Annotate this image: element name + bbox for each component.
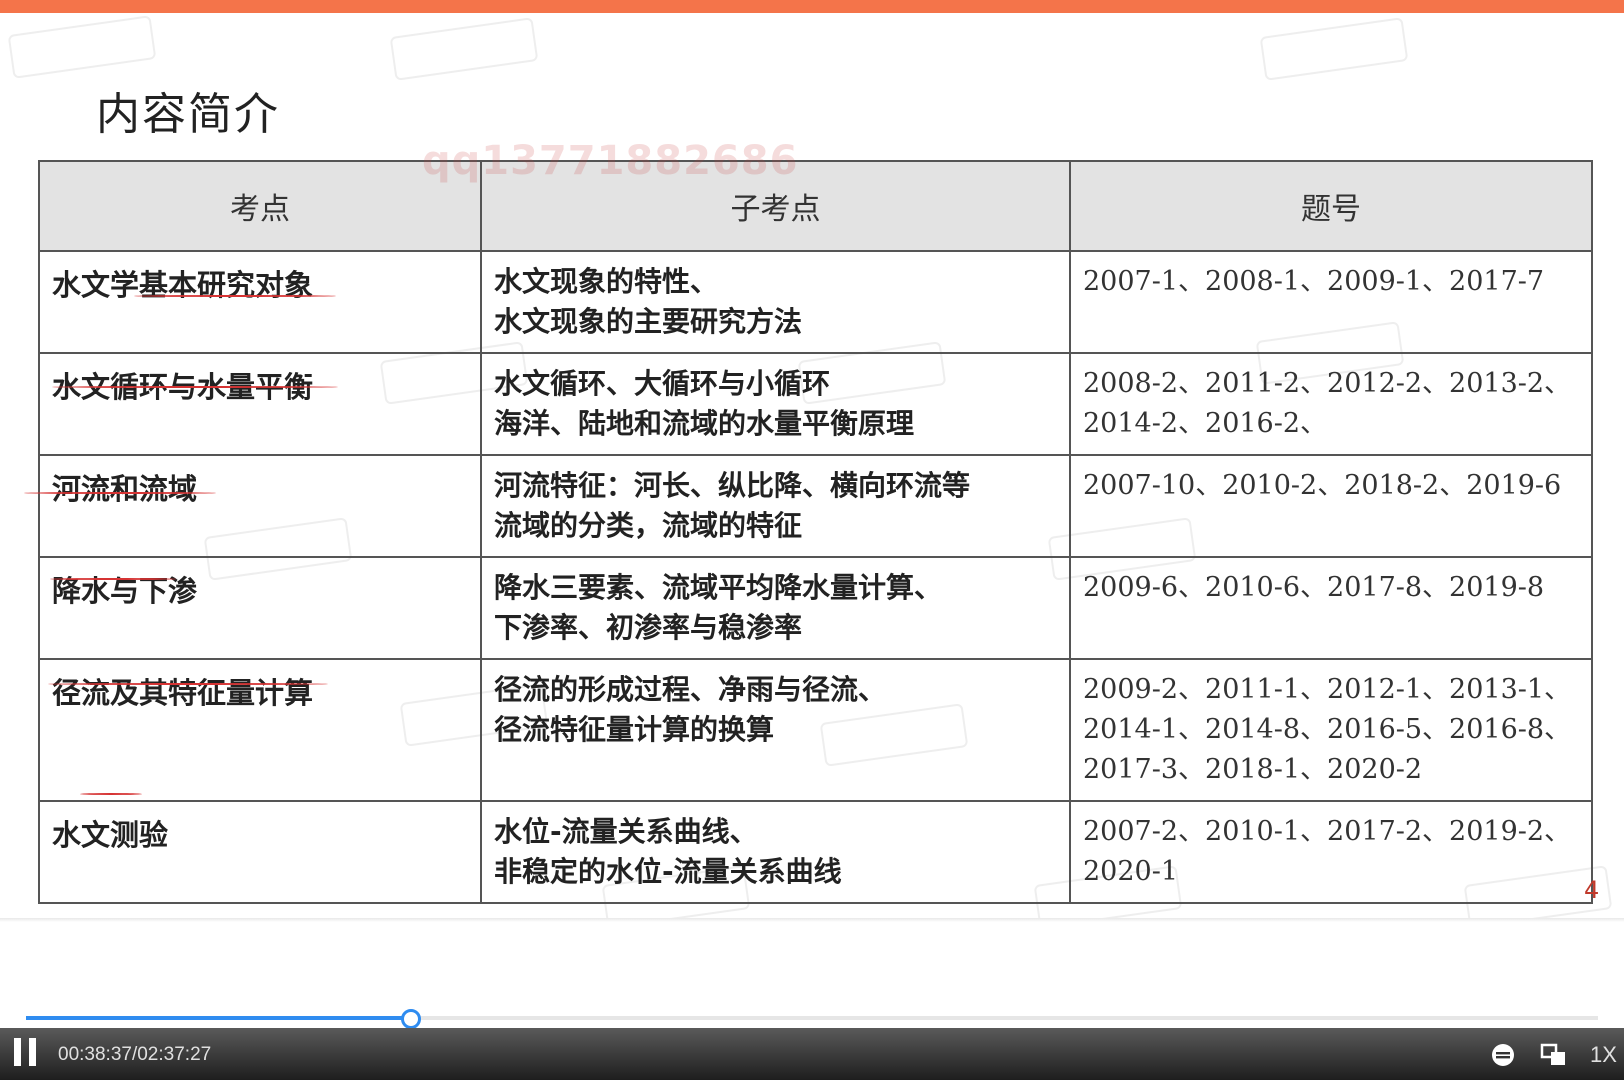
page-number: 4 bbox=[1584, 876, 1600, 904]
annotation-underline bbox=[80, 793, 142, 795]
topic-cell: 径流及其特征量计算 bbox=[38, 658, 482, 802]
slide-title: 内容简介 bbox=[96, 89, 280, 140]
topic-cell: 降水与下渗 bbox=[38, 556, 482, 660]
numbers-cell: 2007-2、2010-1、2017-2、2019-2、 2020-1 bbox=[1069, 800, 1593, 904]
progress-handle[interactable] bbox=[401, 1009, 421, 1029]
subtopic-cell: 水文现象的特性、 水文现象的主要研究方法 bbox=[480, 250, 1071, 354]
content-table: 考点 子考点 题号 水文学基本研究对象 水文现象的特性、 水文现象的主要研究方法… bbox=[38, 160, 1593, 904]
progress-fill bbox=[26, 1016, 411, 1020]
column-header-question-numbers: 题号 bbox=[1069, 160, 1593, 252]
player-background bbox=[0, 922, 1624, 1012]
pause-icon[interactable] bbox=[14, 1038, 38, 1066]
table-row: 径流及其特征量计算 径流的形成过程、净雨与径流、 径流特征量计算的换算 2009… bbox=[38, 658, 1593, 802]
topic-cell: 河流和流域 bbox=[38, 454, 482, 558]
subtitle-icon[interactable] bbox=[1490, 1042, 1516, 1068]
watermark-logo bbox=[7, 15, 157, 79]
watermark-logo bbox=[1259, 17, 1409, 81]
topic-cell: 水文循环与水量平衡 bbox=[38, 352, 482, 456]
table-header-row: 考点 子考点 题号 bbox=[38, 160, 1593, 252]
annotation-underline bbox=[134, 295, 336, 297]
topic-cell: 水文测验 bbox=[38, 800, 482, 904]
subtopic-cell: 水文循环、大循环与小循环 海洋、陆地和流域的水量平衡原理 bbox=[480, 352, 1071, 456]
annotation-underline bbox=[50, 578, 176, 580]
table-row: 水文循环与水量平衡 水文循环、大循环与小循环 海洋、陆地和流域的水量平衡原理 2… bbox=[38, 352, 1593, 456]
fullscreen-icon[interactable] bbox=[1540, 1042, 1566, 1068]
topic-cell: 水文学基本研究对象 bbox=[38, 250, 482, 354]
subtopic-cell: 径流的形成过程、净雨与径流、 径流特征量计算的换算 bbox=[480, 658, 1071, 802]
playback-speed-button[interactable]: 1X bbox=[1590, 1042, 1617, 1068]
table-row: 水文学基本研究对象 水文现象的特性、 水文现象的主要研究方法 2007-1、20… bbox=[38, 250, 1593, 354]
top-accent-bar bbox=[0, 0, 1624, 13]
numbers-cell: 2008-2、2011-2、2012-2、2013-2、 2014-2、2016… bbox=[1069, 352, 1593, 456]
annotation-underline bbox=[24, 492, 216, 494]
numbers-cell: 2009-2、2011-1、2012-1、2013-1、 2014-1、2014… bbox=[1069, 658, 1593, 802]
watermark-text: qq13771882686 bbox=[422, 138, 799, 184]
subtopic-cell: 河流特征：河长、纵比降、横向环流等 流域的分类，流域的特征 bbox=[480, 454, 1071, 558]
column-header-topic: 考点 bbox=[38, 160, 482, 252]
annotation-underline bbox=[52, 386, 338, 388]
annotation-underline bbox=[48, 683, 328, 685]
table-row: 降水与下渗 降水三要素、流域平均降水量计算、 下渗率、初渗率与稳渗率 2009-… bbox=[38, 556, 1593, 660]
numbers-cell: 2009-6、2010-6、2017-8、2019-8 bbox=[1069, 556, 1593, 660]
time-display: 00:38:37/02:37:27 bbox=[58, 1044, 212, 1065]
watermark-logo bbox=[389, 17, 539, 81]
subtopic-cell: 水位-流量关系曲线、 非稳定的水位-流量关系曲线 bbox=[480, 800, 1071, 904]
numbers-cell: 2007-10、2010-2、2018-2、2019-6 bbox=[1069, 454, 1593, 558]
table-row: 河流和流域 河流特征：河长、纵比降、横向环流等 流域的分类，流域的特征 2007… bbox=[38, 454, 1593, 558]
subtopic-cell: 降水三要素、流域平均降水量计算、 下渗率、初渗率与稳渗率 bbox=[480, 556, 1071, 660]
player-controls: 00:38:37/02:37:27 1X bbox=[0, 1028, 1624, 1080]
table-row: 水文测验 水位-流量关系曲线、 非稳定的水位-流量关系曲线 2007-2、201… bbox=[38, 800, 1593, 904]
numbers-cell: 2007-1、2008-1、2009-1、2017-7 bbox=[1069, 250, 1593, 354]
